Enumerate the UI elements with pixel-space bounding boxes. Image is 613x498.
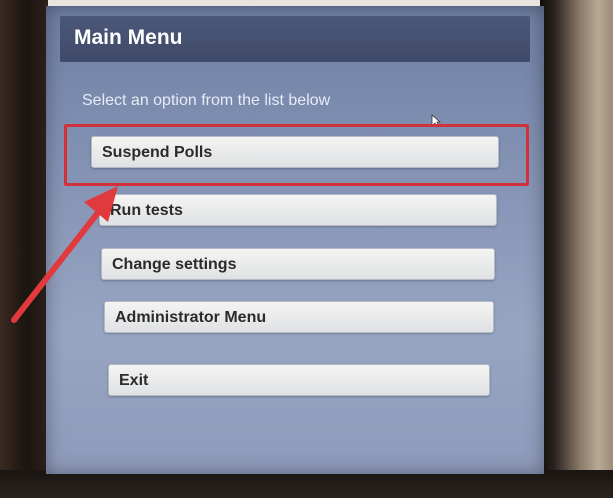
run-tests-button[interactable]: Run tests <box>99 194 497 226</box>
exit-button[interactable]: Exit <box>108 364 490 396</box>
title-bar: Main Menu <box>60 16 530 62</box>
touch-screen: Main Menu Select an option from the list… <box>46 6 544 474</box>
device-bezel-right <box>540 0 613 498</box>
instruction-text: Select an option from the list below <box>82 92 331 109</box>
page-title: Main Menu <box>74 26 183 49</box>
device-bezel-bottom <box>0 470 613 498</box>
change-settings-button[interactable]: Change settings <box>101 248 495 280</box>
administrator-menu-button[interactable]: Administrator Menu <box>104 301 494 333</box>
device-bezel-left <box>0 0 48 498</box>
highlight-box <box>64 124 529 186</box>
